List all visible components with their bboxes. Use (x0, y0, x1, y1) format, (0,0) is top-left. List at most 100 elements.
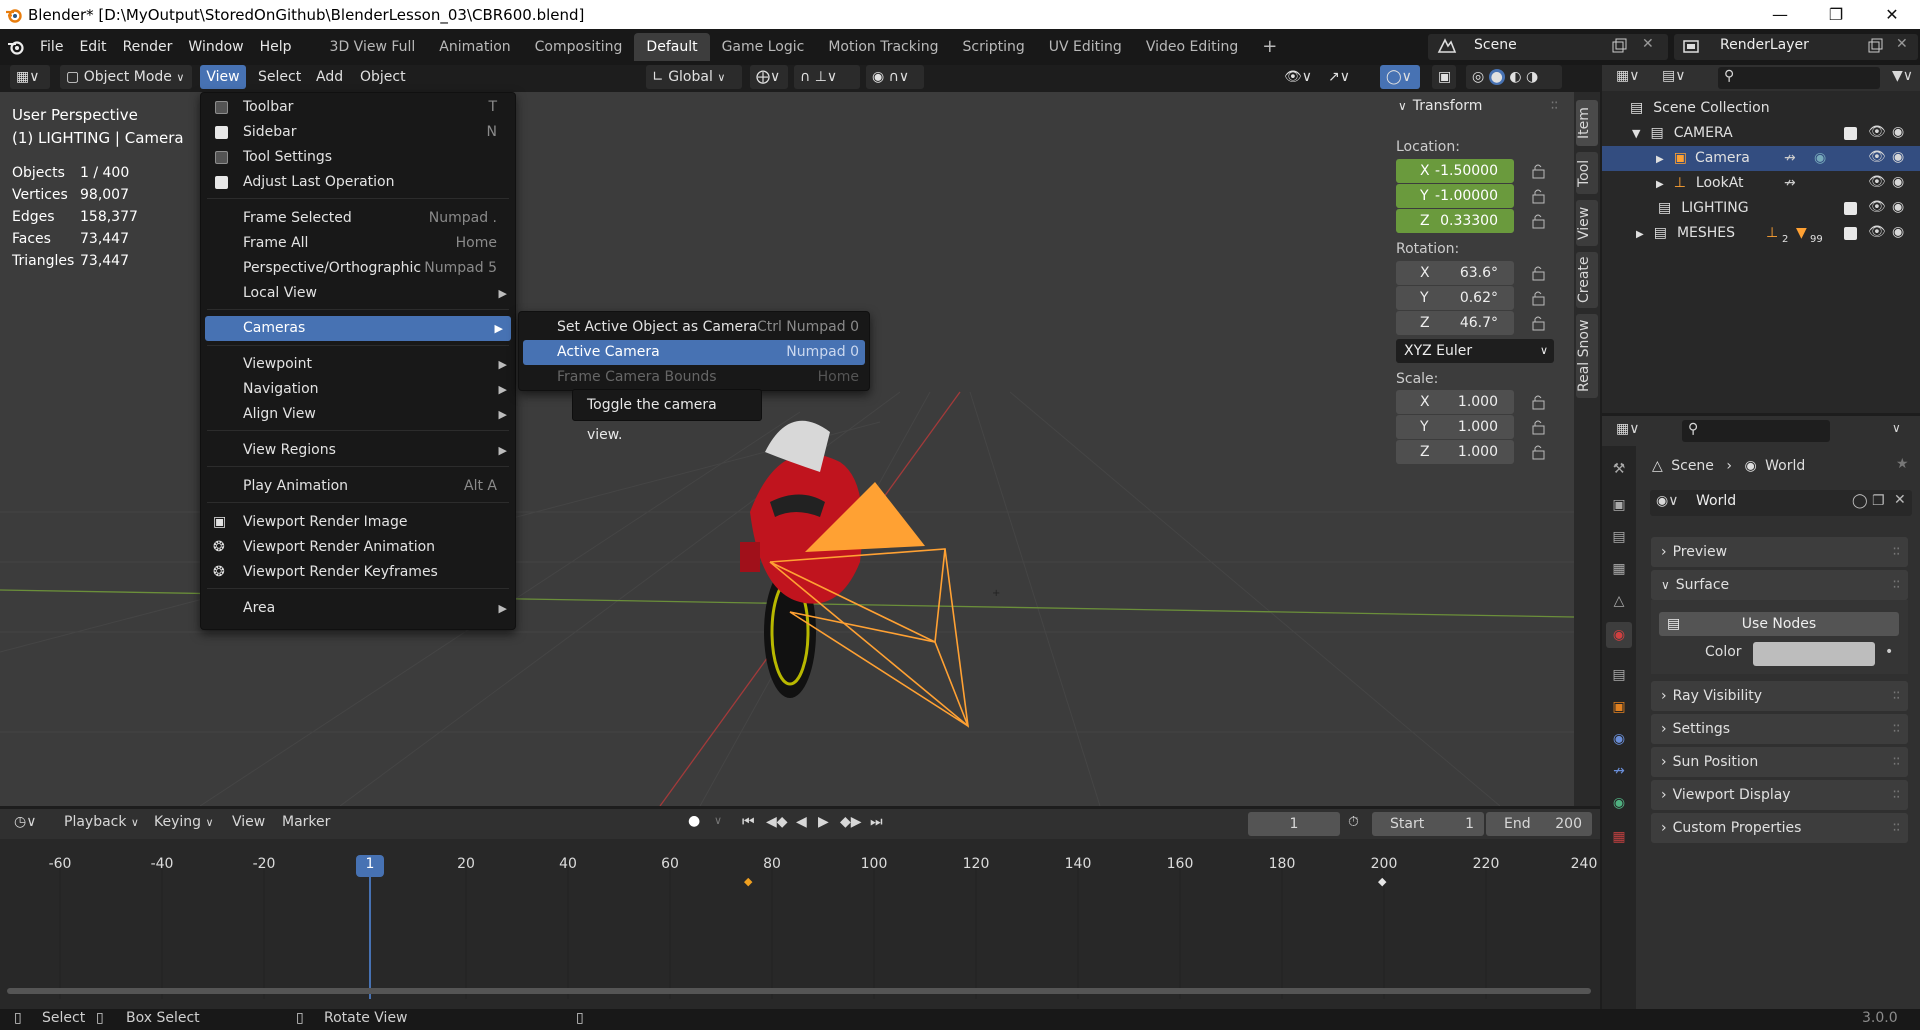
menu-add[interactable]: Add (310, 65, 349, 89)
world-tab-icon[interactable]: ◉ (1606, 622, 1632, 648)
close-window-button[interactable]: ✕ (1864, 0, 1920, 29)
lock-icon[interactable] (1532, 315, 1546, 331)
world-datablock-selector[interactable]: ◉∨ World ◯ ❐ ✕ (1650, 490, 1912, 516)
visibility-icon[interactable]: 👁∨ (1278, 65, 1316, 89)
data-tab-icon[interactable]: ◉ (1608, 792, 1630, 814)
menu-object[interactable]: Object (354, 65, 412, 89)
keyframe-icon[interactable]: ◆ (744, 875, 752, 888)
object-tab-icon[interactable]: ▣ (1608, 696, 1630, 718)
view-layer-tab-icon[interactable]: ▦ (1608, 558, 1630, 580)
play-reverse-icon[interactable]: ◀ (796, 814, 807, 830)
outliner-row-lighting[interactable]: ▤ LIGHTING (1658, 196, 1749, 221)
outliner-search-input[interactable]: ⚲ (1718, 67, 1880, 89)
workspace-tab-video-editing[interactable]: Video Editing (1134, 33, 1250, 61)
restore-button[interactable]: ❐ (1808, 0, 1864, 29)
menu-keying[interactable]: Keying ∨ (154, 814, 214, 830)
checkbox[interactable] (215, 101, 228, 114)
drag-handle-icon[interactable]: ∶∶ (1893, 570, 1900, 600)
xray-icon[interactable]: ▣ (1432, 65, 1456, 89)
expand-arrow-icon[interactable]: ▶ (1656, 154, 1664, 165)
menu-help[interactable]: Help (252, 34, 300, 60)
menu-item-perspective-orthographic[interactable]: Perspective/Orthographic Numpad 5 (201, 256, 515, 281)
drag-handle-icon[interactable]: ∶∶ (1551, 98, 1558, 114)
editor-type-icon[interactable]: ▦∨ (1616, 68, 1639, 84)
render-camera-icon[interactable]: ◉ (1892, 224, 1904, 240)
drag-handle-icon[interactable]: ∶∶ (1893, 537, 1900, 567)
menu-item-view-regions[interactable]: View Regions ▶ (201, 438, 515, 463)
outliner-row-lookat[interactable]: ▶ ⊥ LookAt ↛ (1656, 171, 1796, 196)
menu-item-set-active-object-as-camera[interactable]: Set Active Object as Camera Ctrl Numpad 0 (519, 315, 869, 340)
record-icon[interactable]: ● (688, 813, 700, 829)
workspace-tab-uv-editing[interactable]: UV Editing (1037, 33, 1134, 61)
render-tab-icon[interactable]: ▣ (1608, 494, 1630, 516)
rendered-shading-icon[interactable]: ◑ (1526, 69, 1538, 85)
current-frame-field[interactable]: 1 (1248, 812, 1340, 836)
keyframe-icon[interactable]: ◆ (1378, 875, 1386, 888)
stopwatch-icon[interactable]: ⏱ (1348, 814, 1359, 830)
timeline-area[interactable]: ◆ ◆ (0, 839, 1600, 1009)
menu-item-navigation[interactable]: Navigation ▶ (201, 377, 515, 402)
tab-create[interactable]: Create (1576, 252, 1598, 308)
lock-icon[interactable] (1532, 444, 1546, 460)
tab-real-snow[interactable]: Real Snow (1576, 314, 1598, 398)
menu-item-viewport-render-keyframes[interactable]: ❂ Viewport Render Keyframes (201, 560, 515, 585)
delete-scene-icon[interactable]: ✕ (1642, 36, 1654, 52)
expand-arrow-icon[interactable]: ▶ (1656, 179, 1664, 190)
solid-shading-icon[interactable]: ● (1488, 69, 1505, 85)
duplicate-icon[interactable]: ❐ (1872, 493, 1885, 509)
lock-icon[interactable] (1532, 394, 1546, 410)
menu-edit[interactable]: Edit (71, 34, 114, 60)
lock-icon[interactable] (1532, 188, 1546, 204)
menu-render[interactable]: Render (115, 34, 181, 60)
collection-tab-icon[interactable]: ▤ (1608, 664, 1630, 686)
menu-item-adjust-last-operation[interactable]: Adjust Last Operation (201, 170, 515, 195)
workspace-tab-scripting[interactable]: Scripting (951, 33, 1037, 61)
menu-playback[interactable]: Playback ∨ (64, 814, 139, 830)
menu-file[interactable]: File (32, 34, 71, 60)
snap-icon[interactable]: ∩ ⊥∨ (794, 65, 860, 89)
render-camera-icon[interactable]: ◉ (1892, 199, 1904, 215)
menu-item-local-view[interactable]: Local View ▶ (201, 281, 515, 306)
texture-tab-icon[interactable]: ▦ (1608, 826, 1630, 848)
menu-item-sidebar[interactable]: Sidebar N (201, 120, 515, 145)
editor-type-icon[interactable]: ▦∨ (1616, 421, 1639, 437)
material-shading-icon[interactable]: ◐ (1509, 69, 1521, 85)
menu-view[interactable]: View (200, 65, 246, 89)
workspace-tab-default[interactable]: Default (634, 33, 710, 61)
menu-item-active-camera[interactable]: Active Camera Numpad 0 (523, 340, 865, 365)
scene-tab-icon[interactable]: △ (1608, 590, 1630, 612)
shading-buttons[interactable]: ◎ ● ◐ ◑ (1466, 65, 1562, 89)
menu-item-viewport-render-animation[interactable]: ❂ Viewport Render Animation (201, 535, 515, 560)
menu-item-viewpoint[interactable]: Viewpoint ▶ (201, 352, 515, 377)
eye-icon[interactable]: 👁 (1868, 124, 1886, 140)
exclude-checkbox[interactable] (1844, 227, 1857, 240)
section-preview[interactable]: › Preview ∶∶ (1651, 537, 1908, 567)
menu-item-frame-selected[interactable]: Frame Selected Numpad . (201, 206, 515, 231)
exclude-checkbox[interactable] (1844, 202, 1857, 215)
transform-section-header[interactable]: ∨ Transform ∶∶ (1392, 98, 1562, 122)
drag-handle-icon[interactable]: ∶∶ (1893, 813, 1900, 843)
menu-item-frame-camera-bounds[interactable]: Frame Camera Bounds Home (519, 365, 869, 390)
expand-arrow-icon[interactable]: ▼ (1632, 127, 1640, 140)
chevron-down-icon[interactable]: ∨ (1892, 421, 1901, 435)
start-frame-field[interactable]: Start 1 (1372, 812, 1484, 836)
menu-item-tool-settings[interactable]: Tool Settings (201, 145, 515, 170)
scene-selector[interactable]: Scene ✕ (1428, 34, 1668, 60)
lock-icon[interactable] (1532, 213, 1546, 229)
pin-icon[interactable]: ★ (1896, 456, 1909, 472)
filter-icon[interactable]: ▼∨ (1892, 68, 1913, 84)
eye-icon[interactable]: 👁 (1868, 224, 1886, 240)
workspace-tab-animation[interactable]: Animation (427, 33, 522, 61)
blender-menu-icon[interactable] (0, 34, 32, 60)
tool-tab-icon[interactable]: ⚒ (1608, 458, 1630, 480)
location-y-field[interactable]: Y -1.00000 (1396, 184, 1514, 208)
mode-dropdown[interactable]: ▢ Object Mode ∨ (60, 65, 192, 89)
section-surface[interactable]: ∨ Surface ∶∶ (1651, 570, 1908, 600)
rotation-z-field[interactable]: Z 46.7° (1396, 311, 1514, 335)
delete-layer-icon[interactable]: ✕ (1896, 36, 1908, 52)
checkbox[interactable] (215, 151, 228, 164)
scale-z-field[interactable]: Z 1.000 (1396, 440, 1514, 464)
new-scene-icon[interactable] (1610, 37, 1628, 59)
wireframe-shading-icon[interactable]: ◎ (1472, 69, 1484, 85)
prev-keyframe-icon[interactable]: ◀◆ (766, 814, 788, 830)
